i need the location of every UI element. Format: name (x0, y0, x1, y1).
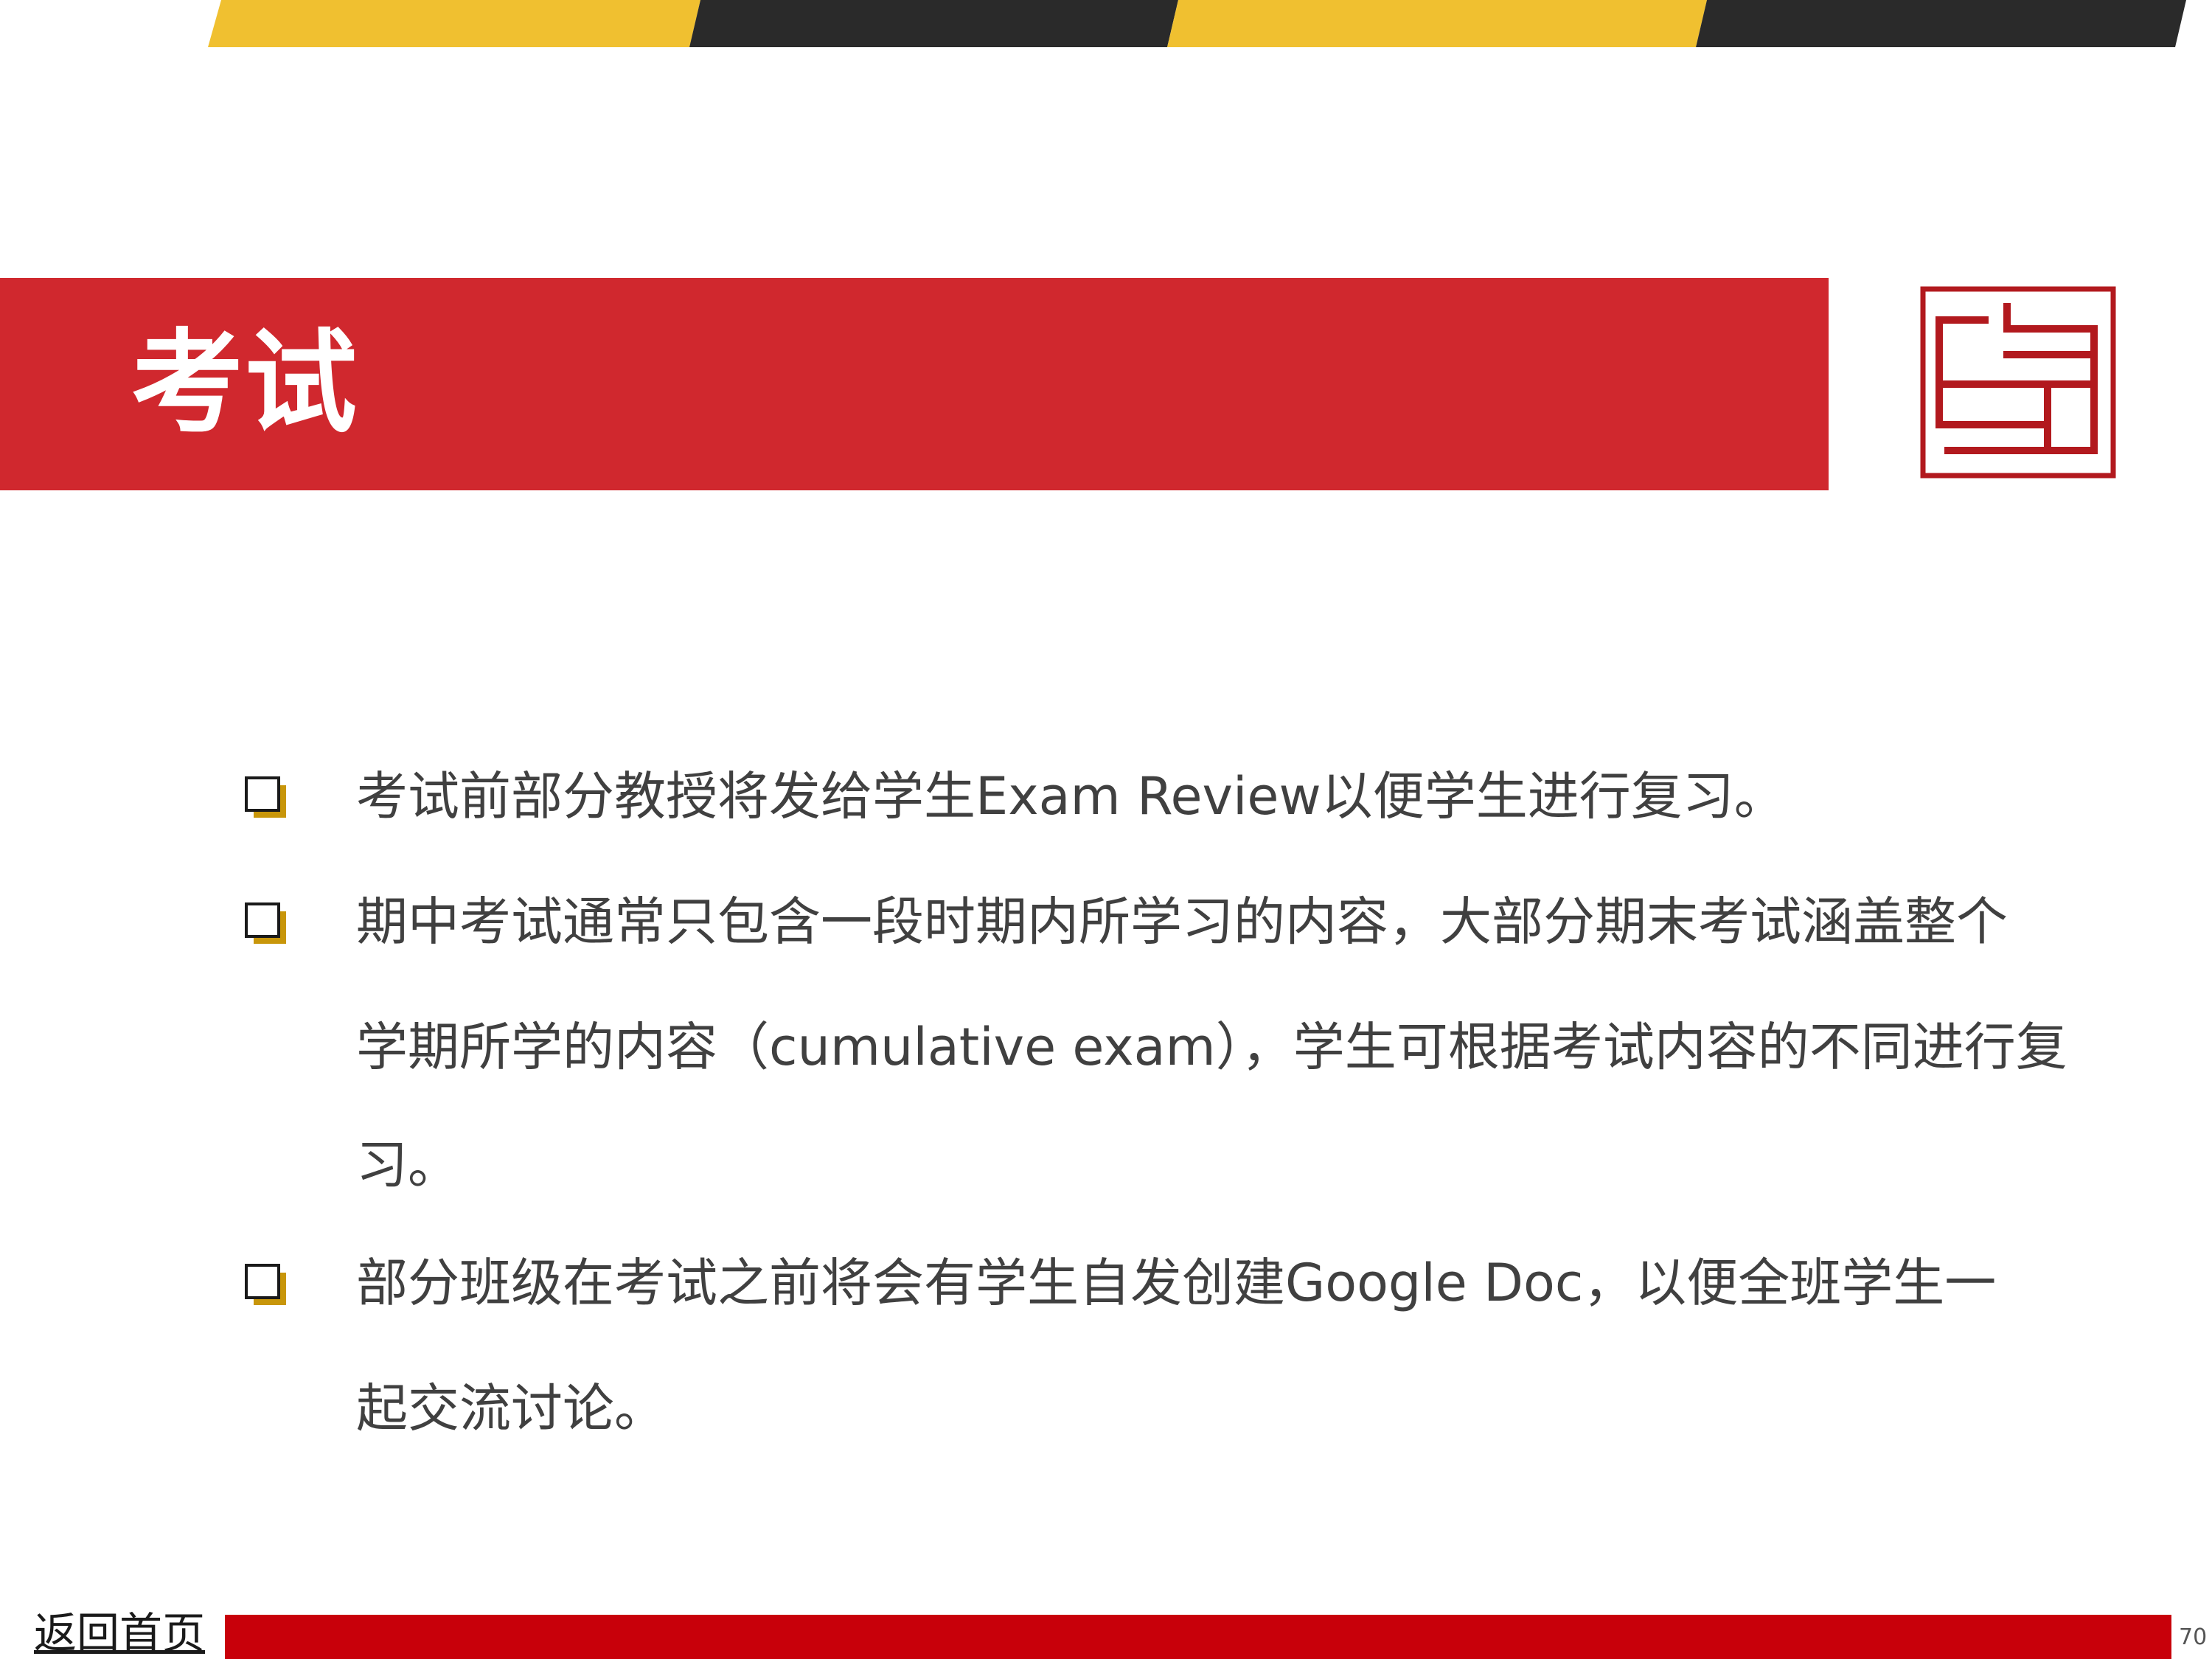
footer-bar (225, 1615, 2171, 1659)
checkbox-bullet-icon (245, 902, 286, 944)
bullet-2-line-2: 学期所学的内容（cumulative exam），学生可根据考试内容的不同进行复 (356, 1017, 2067, 1077)
bullet-list: 考试前部分教授将发给学生Exam Review以便学生进行复习。 期中考试通常只… (0, 0, 2212, 1659)
checkbox-bullet-icon (245, 1264, 286, 1305)
bullet-2-line-3: 习。 (356, 1135, 459, 1195)
checkbox-bullet-icon (245, 776, 286, 818)
bullet-3-line-2: 起交流讨论。 (356, 1378, 666, 1439)
bullet-3-line-1: 部分班级在考试之前将会有学生自发创建Google Doc，以便全班学生一 (356, 1253, 1997, 1313)
bullet-1-line-1: 考试前部分教授将发给学生Exam Review以便学生进行复习。 (356, 766, 1786, 827)
page-number: 70 (2179, 1624, 2208, 1650)
home-link[interactable]: 返回首页 (34, 1607, 205, 1659)
slide: 考试 考试前部分教授将发给学生Exam Review以便学生进行复习。 期中考试… (0, 0, 2212, 1659)
bullet-2-line-1: 期中考试通常只包含一段时期内所学习的内容，大部分期末考试涵盖整个 (356, 891, 2008, 952)
